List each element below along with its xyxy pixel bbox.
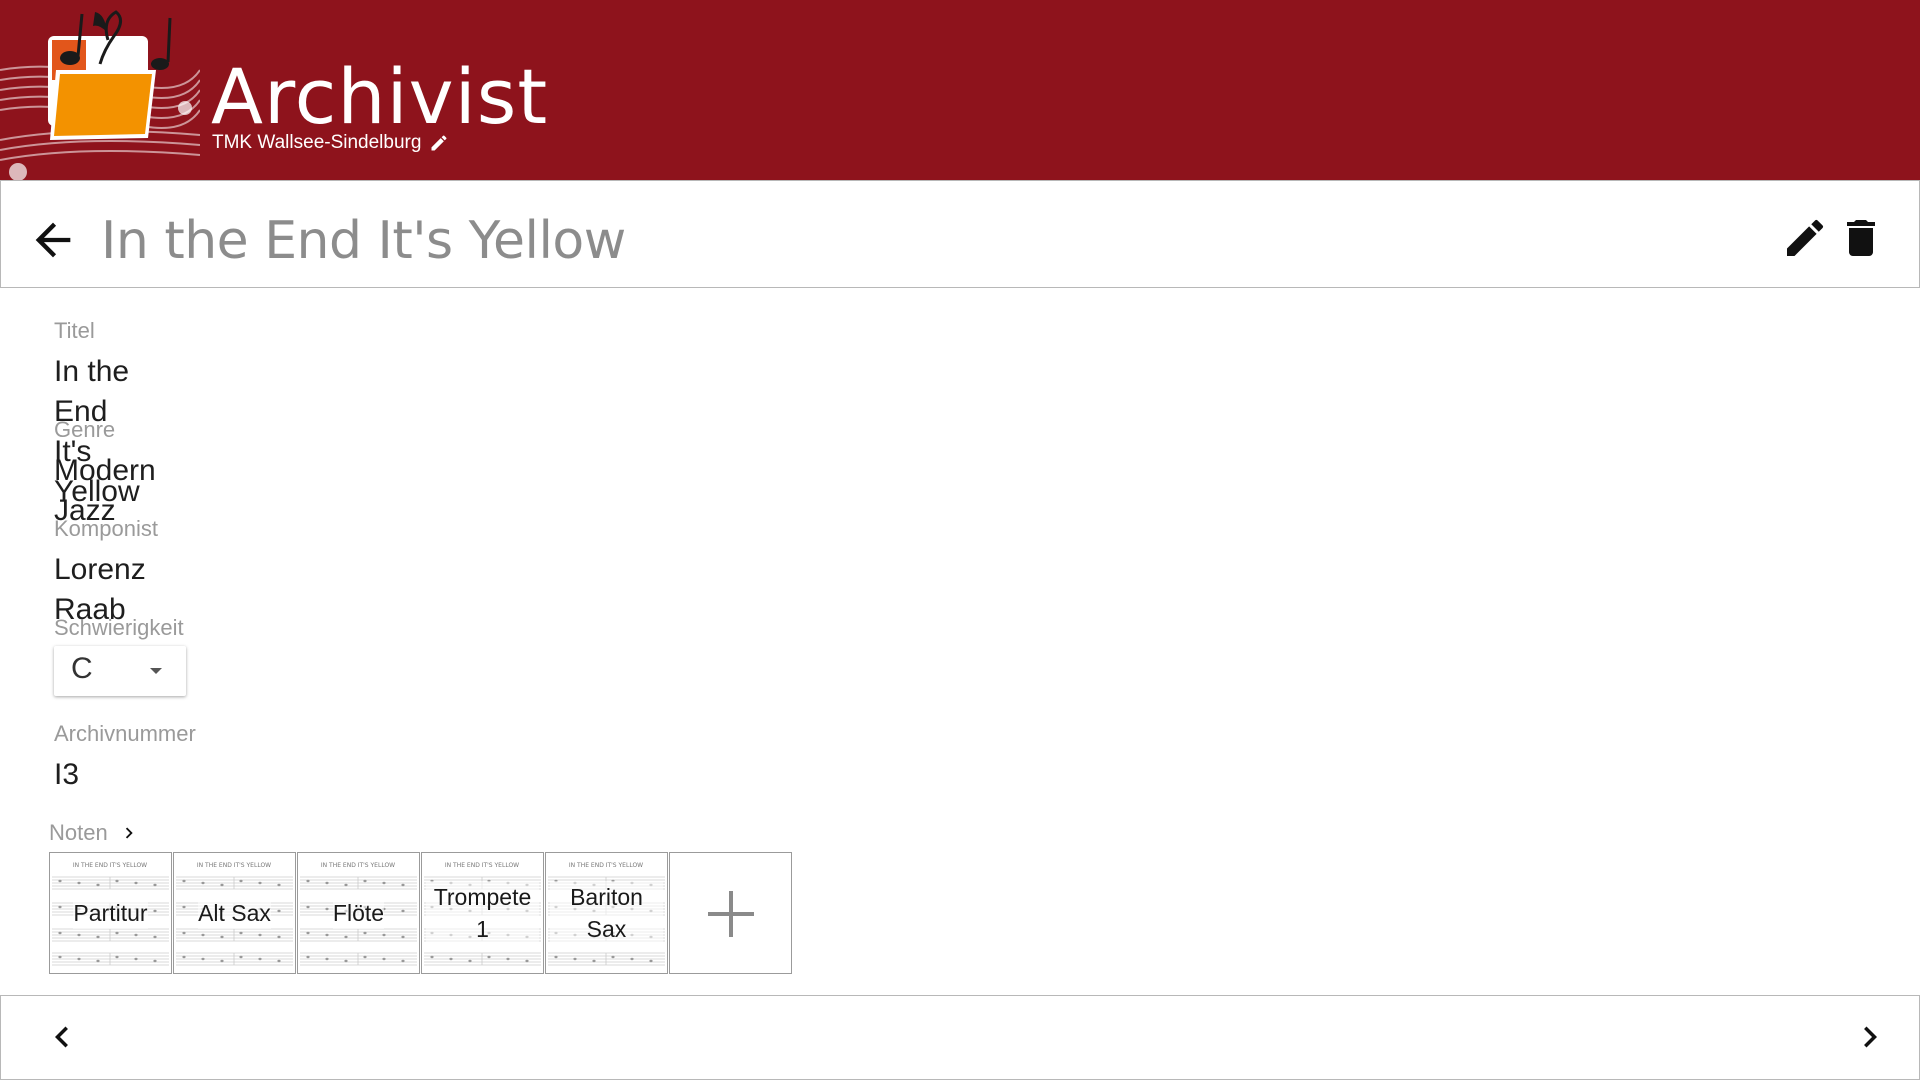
sheet-item[interactable]: IN THE END IT'S YELLOW Flöte (297, 852, 420, 974)
sheet-label-wrap: Alt Sax (174, 853, 295, 973)
sheet-label-wrap: Partitur (50, 853, 171, 973)
field-genre: Genre Modern Jazz (54, 417, 156, 531)
noten-header[interactable]: Noten (49, 820, 140, 846)
select-value: C (71, 652, 93, 685)
music-folder-logo (0, 10, 200, 180)
organization-name: TMK Wallsee-Sindelburg (212, 132, 422, 153)
organization-selector[interactable]: TMK Wallsee-Sindelburg (212, 132, 449, 154)
sheet-name: Trompete 1 (426, 881, 539, 945)
app-title: Archivist (211, 52, 549, 141)
trash-icon[interactable] (1837, 214, 1885, 262)
sheet-item[interactable]: IN THE END IT'S YELLOW Trompete 1 (421, 852, 544, 974)
field-archive-number: Archivnummer I3 (54, 721, 196, 795)
field-composer: Komponist Lorenz Raab (54, 516, 158, 630)
sheet-label-wrap: Flöte (298, 853, 419, 973)
field-label: Genre (54, 417, 116, 442)
chevron-right-icon[interactable] (1849, 1016, 1891, 1058)
sheet-label-wrap: Bariton Sax (546, 853, 667, 973)
field-label: Titel (54, 318, 95, 343)
sheet-name: Bariton Sax (550, 881, 663, 945)
sheet-name: Flöte (332, 897, 385, 929)
noten-label: Noten (49, 820, 108, 845)
pencil-icon[interactable] (429, 133, 449, 153)
chevron-left-icon[interactable] (41, 1016, 83, 1058)
app-header: Archivist TMK Wallsee-Sindelburg (0, 0, 1920, 180)
sheet-list: IN THE END IT'S YELLOW Partitur IN THE END… (49, 852, 792, 974)
chevron-right-icon (125, 827, 133, 839)
arrow-left-icon[interactable] (27, 214, 79, 266)
sheet-item[interactable]: IN THE END IT'S YELLOW Bariton Sax (545, 852, 668, 974)
caret-down-icon (150, 668, 162, 674)
pencil-icon[interactable] (1781, 214, 1829, 262)
sheet-item[interactable]: IN THE END IT'S YELLOW Partitur (49, 852, 172, 974)
field-value: I3 (54, 758, 80, 791)
field-label: Schwierigkeit (54, 615, 184, 640)
sheet-label-wrap: Trompete 1 (422, 853, 543, 973)
add-sheet-button[interactable] (669, 852, 792, 974)
sheet-item[interactable]: IN THE END IT'S YELLOW Alt Sax (173, 852, 296, 974)
footer-nav (0, 995, 1920, 1080)
plus-icon (708, 891, 754, 937)
field-label: Komponist (54, 516, 158, 541)
sheet-name: Alt Sax (198, 897, 271, 929)
difficulty-select[interactable]: C (54, 646, 186, 696)
field-label: Archivnummer (54, 721, 196, 746)
detail-toolbar: In the End It's Yellow (0, 180, 1920, 288)
field-difficulty: Schwierigkeit (54, 615, 184, 641)
page-title: In the End It's Yellow (101, 211, 626, 271)
sheet-name: Partitur (73, 897, 148, 929)
